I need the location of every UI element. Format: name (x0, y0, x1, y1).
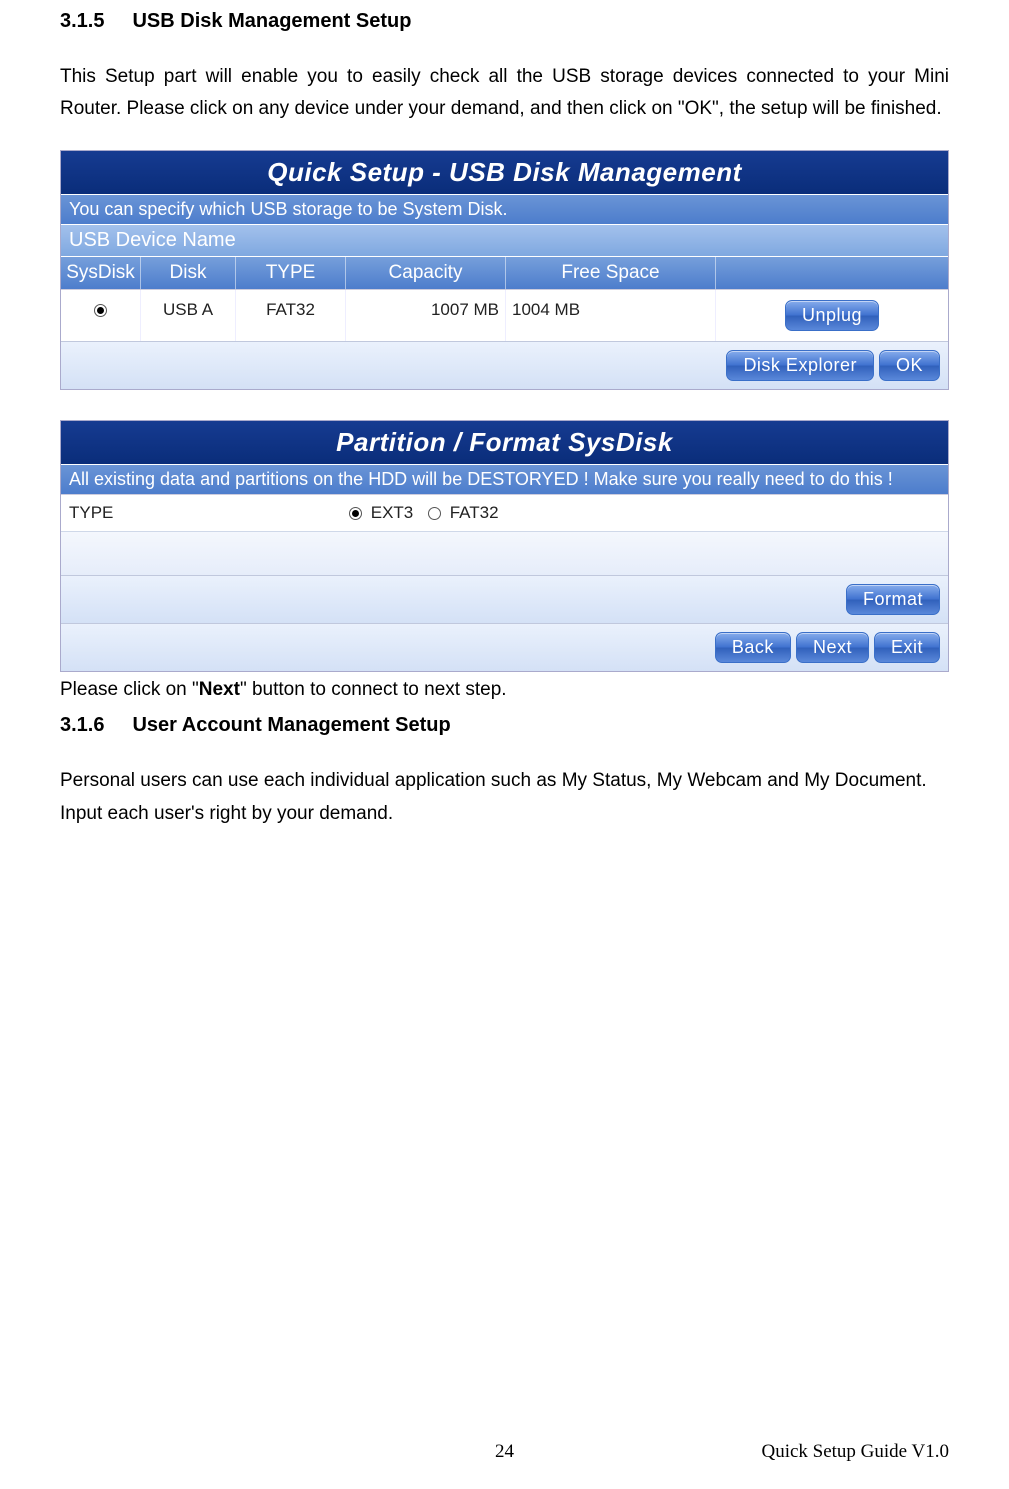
row-free: 1004 MB (506, 290, 716, 341)
ext3-label: EXT3 (371, 503, 414, 522)
heading-315-title: USB Disk Management Setup (132, 10, 411, 32)
back-button[interactable]: Back (715, 632, 791, 663)
guide-version: Quick Setup Guide V1.0 (761, 1441, 949, 1463)
heading-316: 3.1.6 User Account Management Setup (60, 714, 949, 737)
heading-315: 3.1.5 USB Disk Management Setup (60, 10, 949, 33)
col-type: TYPE (236, 257, 346, 289)
col-blank (716, 257, 948, 289)
col-sysdisk: SysDisk (61, 257, 141, 289)
row-disk: USB A (141, 290, 236, 341)
disk-explorer-button[interactable]: Disk Explorer (726, 350, 874, 381)
heading-315-num: 3.1.5 (60, 10, 104, 32)
next-word: Next (199, 679, 240, 700)
paragraph-316: Personal users can use each individual a… (60, 765, 949, 830)
format-button[interactable]: Format (846, 584, 940, 615)
heading-316-title: User Account Management Setup (132, 714, 450, 736)
ext3-radio[interactable] (349, 507, 362, 520)
next-instruction: Please click on "Next" button to connect… (60, 674, 949, 706)
sysdisk-radio-cell (61, 290, 141, 341)
page-number: 24 (495, 1441, 514, 1463)
partition-type-row: TYPE EXT3 FAT32 (61, 494, 948, 532)
exit-button[interactable]: Exit (874, 632, 940, 663)
type-options: EXT3 FAT32 (349, 503, 499, 524)
partition-panel: Partition / Format SysDisk All existing … (60, 420, 949, 673)
nav-action-row: Back Next Exit (61, 623, 948, 671)
row-action: Unplug (716, 290, 948, 341)
format-action-row: Format (61, 575, 948, 623)
usb-device-header: USB Device Name (61, 224, 948, 256)
next-button[interactable]: Next (796, 632, 869, 663)
type-label: TYPE (69, 503, 349, 523)
next-pre: Please click on " (60, 679, 199, 700)
next-post: " button to connect to next step. (240, 679, 507, 700)
usb-table-header: SysDisk Disk TYPE Capacity Free Space (61, 256, 948, 289)
usb-table-row: USB A FAT32 1007 MB 1004 MB Unplug (61, 289, 948, 341)
col-free: Free Space (506, 257, 716, 289)
col-disk: Disk (141, 257, 236, 289)
partition-gap (61, 531, 948, 575)
usb-panel-subtitle: You can specify which USB storage to be … (61, 194, 948, 224)
col-capacity: Capacity (346, 257, 506, 289)
usb-action-row: Disk Explorer OK (61, 341, 948, 389)
row-capacity: 1007 MB (346, 290, 506, 341)
heading-316-num: 3.1.6 (60, 714, 104, 736)
sysdisk-radio[interactable] (94, 304, 107, 317)
usb-panel-title: Quick Setup - USB Disk Management (61, 151, 948, 194)
usb-disk-panel: Quick Setup - USB Disk Management You ca… (60, 150, 949, 390)
partition-title: Partition / Format SysDisk (61, 421, 948, 464)
page-footer: 24 Quick Setup Guide V1.0 (60, 1441, 949, 1463)
row-type: FAT32 (236, 290, 346, 341)
unplug-button[interactable]: Unplug (785, 300, 879, 331)
partition-warning: All existing data and partitions on the … (61, 464, 948, 494)
ok-button[interactable]: OK (879, 350, 940, 381)
fat32-label: FAT32 (450, 503, 499, 522)
fat32-radio[interactable] (428, 507, 441, 520)
paragraph-315: This Setup part will enable you to easil… (60, 61, 949, 126)
